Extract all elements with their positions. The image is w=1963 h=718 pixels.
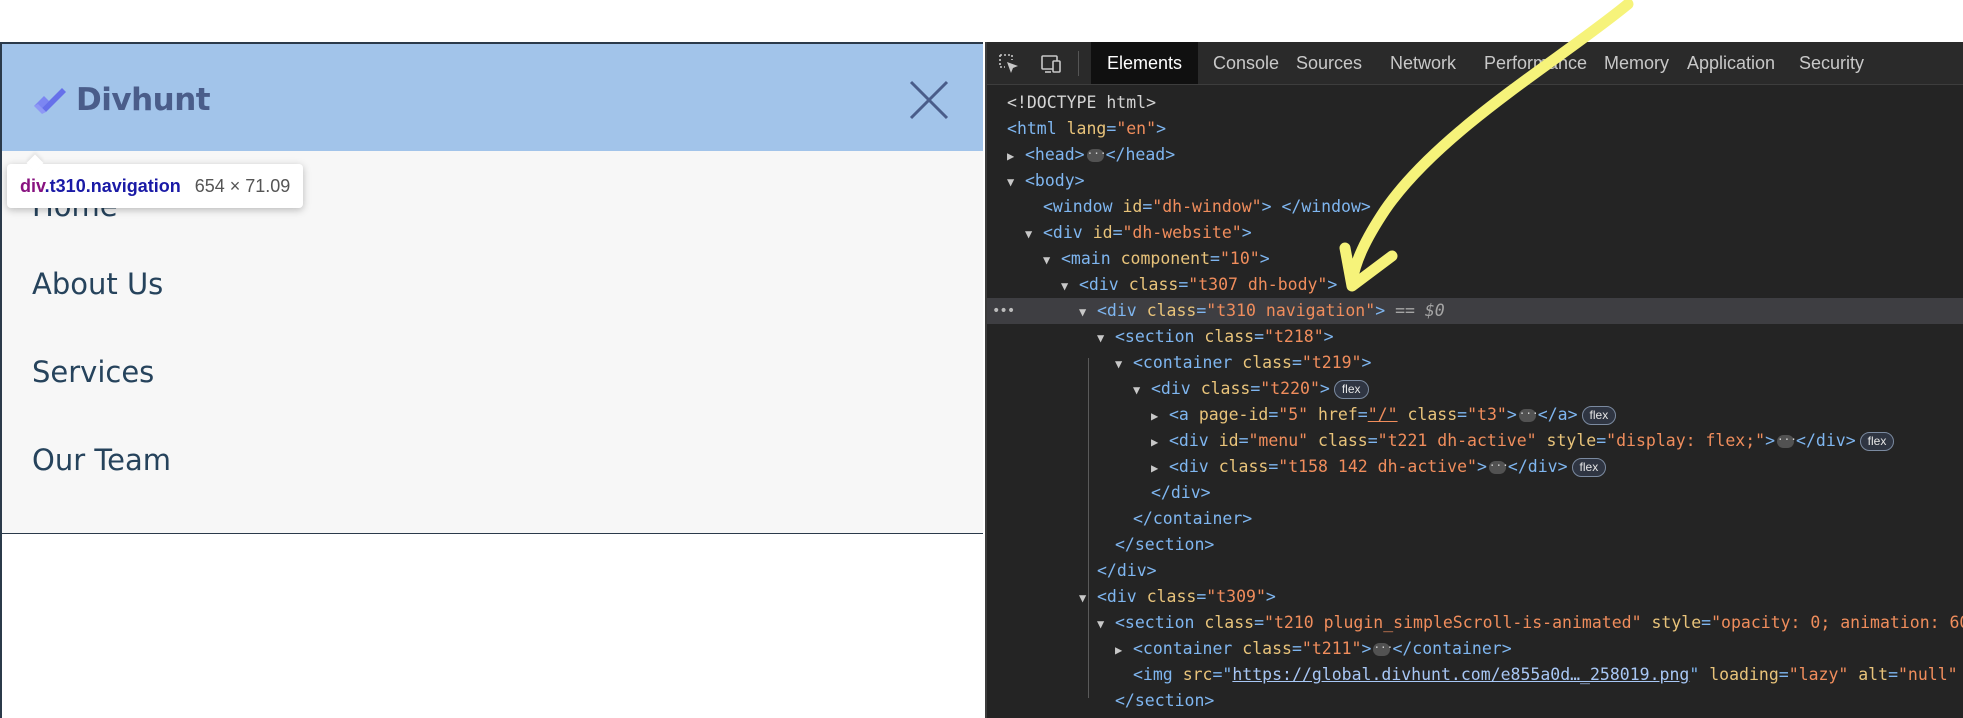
tab-performance[interactable]: Performance — [1468, 42, 1603, 84]
expanded-triangle-icon[interactable]: ▼ — [1079, 299, 1097, 325]
tree-line-section-t218[interactable]: ▼ <section class="t218"> — [1097, 324, 1334, 350]
tree-line-dh-website[interactable]: ▼ <div id="dh-website"> — [1025, 220, 1252, 246]
tree-line-html[interactable]: <html lang="en"> — [1007, 116, 1166, 142]
tooltip-size: 654 × 71.09 — [194, 175, 291, 196]
tab-security[interactable]: Security — [1783, 42, 1880, 84]
tree-line-container-t211[interactable]: ▶ <container class="t211"> ···</container> — [1115, 636, 1512, 662]
tooltip-selector: div.t310.navigation — [20, 175, 181, 196]
tree-line-div-t220[interactable]: ▼ <div class="t220"> flex — [1133, 376, 1369, 402]
tab-network[interactable]: Network — [1374, 42, 1472, 84]
expanded-triangle-icon[interactable]: ▼ — [1115, 351, 1133, 377]
ellipsis-icon[interactable]: ··· — [1777, 434, 1797, 448]
close-icon[interactable] — [907, 78, 951, 122]
tree-line-window[interactable]: <window id="dh-window"> </window> — [1043, 194, 1371, 220]
collapsed-triangle-icon[interactable]: ▶ — [1115, 637, 1133, 663]
tree-line-doctype[interactable]: <!DOCTYPE html> — [1007, 90, 1156, 116]
tree-line-img[interactable]: <img src="https://global.divhunt.com/e85… — [1133, 662, 1958, 688]
more-options-icon[interactable]: ••• — [992, 298, 1015, 324]
collapsed-triangle-icon[interactable]: ▶ — [1151, 429, 1169, 455]
tree-line-navigation-selected[interactable]: ••• ▼ <div class="t310 navigation"> == $0 — [987, 298, 1963, 324]
divhunt-logo-icon — [34, 88, 66, 114]
logo-text: Divhunt — [76, 82, 211, 118]
expanded-triangle-icon[interactable]: ▼ — [1007, 169, 1025, 195]
tree-line-div-t158[interactable]: ▶ <div class="t158 142 dh-active"> ···</di… — [1151, 454, 1607, 481]
tree-line-close-section-t210[interactable]: </section> — [1115, 688, 1214, 714]
tab-application[interactable]: Application — [1671, 42, 1791, 84]
expanded-triangle-icon[interactable]: ▼ — [1061, 273, 1079, 299]
tree-line-div-menu[interactable]: ▶ <div id="menu" class="t221 dh-active" s… — [1151, 428, 1895, 455]
expanded-triangle-icon[interactable]: ▼ — [1133, 377, 1151, 403]
flex-badge[interactable]: flex — [1571, 458, 1607, 477]
expanded-triangle-icon[interactable]: ▼ — [1079, 585, 1097, 611]
dom-tree: <!DOCTYPE html> <html lang="en"> ▶ <head>… — [987, 86, 1963, 718]
divhunt-logo[interactable]: Divhunt — [32, 82, 211, 118]
inspect-element-icon[interactable] — [997, 52, 1021, 76]
ellipsis-icon[interactable]: ··· — [1518, 408, 1539, 422]
tree-line-close-container[interactable]: </container> — [1133, 506, 1252, 532]
tree-line-section-t210[interactable]: ▼ <section class="t210 plugin_simpleScrol… — [1097, 610, 1963, 636]
navigation-menu: Home About Us Services Our Team — [2, 151, 983, 534]
tree-line-container-t219[interactable]: ▼ <container class="t219"> — [1115, 350, 1371, 376]
menu-item-services[interactable]: Services — [32, 355, 154, 389]
menu-item-our-team[interactable]: Our Team — [32, 443, 171, 477]
collapsed-triangle-icon[interactable]: ▶ — [1151, 455, 1169, 481]
expanded-triangle-icon[interactable]: ▼ — [1025, 221, 1043, 247]
tree-line-div-t309[interactable]: ▼ <div class="t309"> — [1079, 584, 1276, 610]
flex-badge[interactable]: flex — [1581, 406, 1617, 425]
ellipsis-icon[interactable]: ··· — [1086, 148, 1106, 162]
tab-elements[interactable]: Elements — [1091, 42, 1199, 84]
expanded-triangle-icon[interactable]: ▼ — [1097, 611, 1115, 637]
tree-guide-line — [1088, 358, 1089, 698]
device-toolbar-icon[interactable] — [1039, 52, 1063, 76]
tree-line-head[interactable]: ▶ <head> ···</head> — [1007, 142, 1175, 168]
tree-line-close-div[interactable]: </div> — [1151, 480, 1211, 506]
element-inspect-tooltip: div.t310.navigation 654 × 71.09 — [7, 164, 304, 208]
tree-line-a-t3[interactable]: ▶ <a page-id="5" href="/" class="t3"> ···<… — [1151, 402, 1617, 429]
collapsed-triangle-icon[interactable]: ▶ — [1151, 403, 1169, 429]
navigation-header: Divhunt — [2, 44, 983, 151]
tree-line-body[interactable]: ▼ <body> — [1007, 168, 1085, 194]
tree-line-dh-body[interactable]: ▼ <div class="t307 dh-body"> — [1061, 272, 1337, 298]
flex-badge[interactable]: flex — [1859, 432, 1895, 451]
collapsed-triangle-icon[interactable]: ▶ — [1007, 143, 1025, 169]
toolbar-separator — [1078, 51, 1079, 76]
devtools-panel: Elements Console Sources Network Perform… — [985, 42, 1963, 718]
tree-line-main[interactable]: ▼ <main component="10"> — [1043, 246, 1270, 272]
tree-line-close-div-nav[interactable]: </div> — [1097, 558, 1157, 584]
ellipsis-icon[interactable]: ··· — [1373, 642, 1393, 656]
ellipsis-icon[interactable]: ··· — [1488, 460, 1509, 474]
page-preview: Divhunt Home About Us Services Our Team … — [0, 42, 983, 718]
expanded-triangle-icon[interactable]: ▼ — [1043, 247, 1061, 273]
tab-sources[interactable]: Sources — [1280, 42, 1378, 84]
tree-line-close-section[interactable]: </section> — [1115, 532, 1214, 558]
menu-item-about-us[interactable]: About Us — [32, 267, 163, 301]
image-src-link[interactable]: https://global.divhunt.com/e855a0d…_2580… — [1232, 665, 1689, 684]
devtools-toolbar: Elements Console Sources Network Perform… — [987, 42, 1963, 85]
expanded-triangle-icon[interactable]: ▼ — [1097, 325, 1115, 351]
flex-badge[interactable]: flex — [1333, 380, 1369, 399]
